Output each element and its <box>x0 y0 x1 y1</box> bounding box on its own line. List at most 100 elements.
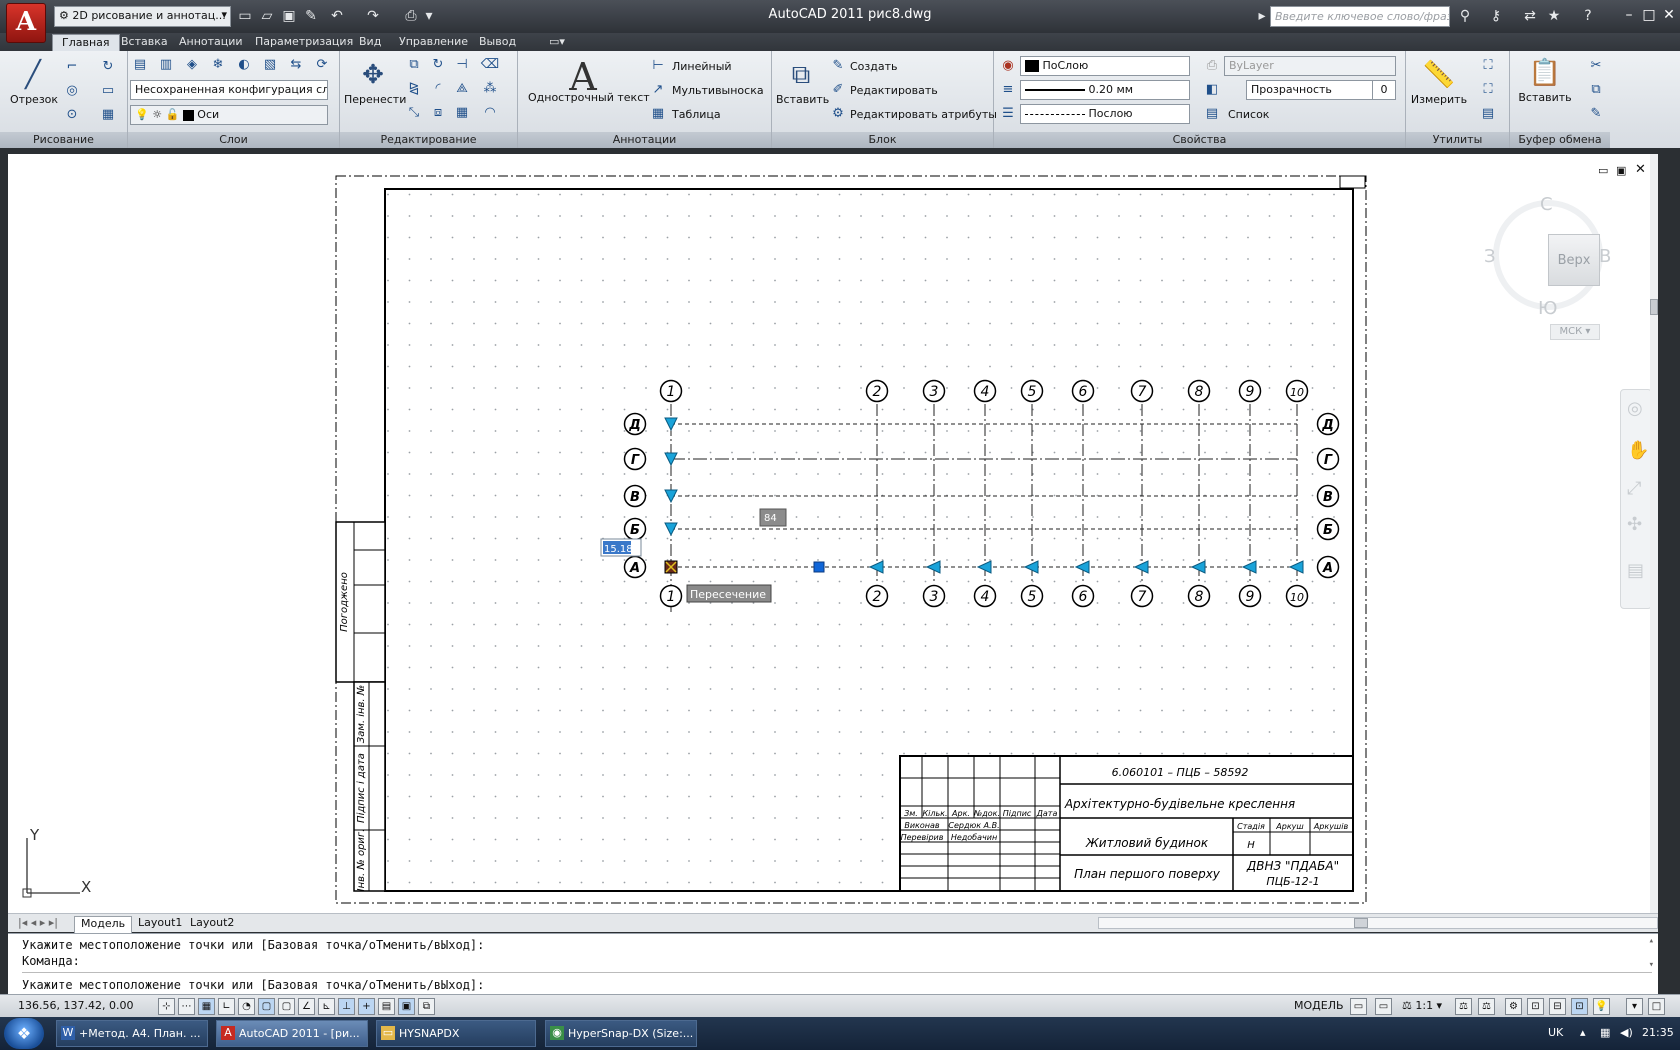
tab-layout1[interactable]: Layout1 <box>132 916 188 933</box>
multileader-icon[interactable]: ↗ <box>648 80 668 100</box>
paste-button[interactable]: 📋 Вставить <box>1514 55 1576 104</box>
ducs-icon[interactable]: ⊾ <box>318 998 335 1015</box>
tab-nav-arrows[interactable]: |◂ ◂ ▸ ▸| <box>12 916 64 933</box>
tray-volume-icon[interactable]: ◀) <box>1620 1026 1633 1039</box>
transparency-toggle-icon[interactable]: ▤ <box>378 998 395 1015</box>
mirror-icon[interactable]: ⧎ <box>404 79 424 99</box>
layer-lock-icon[interactable]: ▧ <box>260 55 280 75</box>
layer-select[interactable]: 💡 ☼ 🔓 Оси <box>130 105 328 125</box>
table-icon[interactable]: ▦ <box>648 104 668 124</box>
cmd-scroll-up-icon[interactable]: ▴ <box>1649 936 1654 946</box>
copy-icon[interactable]: ⧉ <box>404 55 424 75</box>
minimize-button[interactable]: – <box>1618 5 1640 25</box>
viewcube-top-face[interactable]: Верх <box>1548 234 1600 286</box>
line-button[interactable]: ╱ Отрезок <box>10 57 58 106</box>
edit-attributes-icon[interactable]: ⚙ <box>828 104 848 124</box>
viewport-minimize-button[interactable]: ▭ <box>1598 164 1608 177</box>
pan-hand-icon[interactable]: ✋ <box>1627 440 1649 461</box>
help-icon[interactable]: ? <box>1578 7 1598 25</box>
quick-view-layouts-icon[interactable]: ▭ <box>1350 998 1367 1015</box>
cursor-coordinates[interactable]: 136.56, 137.42, 0.00 <box>18 999 133 1012</box>
tab-manage[interactable]: Управление <box>390 34 477 51</box>
language-indicator[interactable]: UK <box>1548 1026 1563 1039</box>
clean-screen-icon[interactable]: □ <box>1648 998 1665 1015</box>
tab-output[interactable]: Вывод <box>470 34 525 51</box>
scale-icon[interactable]: ⧈ <box>428 103 448 123</box>
redo-icon[interactable]: ↷ <box>364 7 382 25</box>
taskbar-item-hysnapdx[interactable]: ▭ HYSNAPDX <box>376 1020 536 1047</box>
panel-annotation-title[interactable]: Аннотации <box>518 132 771 148</box>
array-icon[interactable]: ▦ <box>452 103 472 123</box>
panel-layers-title[interactable]: Слои <box>128 132 339 148</box>
drawing-canvas[interactable]: Погоджено Зам. інв. № Підпис і дата Інв. № … <box>8 154 1658 913</box>
viewport-close-button[interactable]: ✕ <box>1635 162 1646 177</box>
color-select[interactable]: ПоСлою <box>1020 56 1190 76</box>
close-button[interactable]: ✕ <box>1658 5 1680 25</box>
save-icon[interactable]: ▣ <box>280 7 298 25</box>
exchange-icon[interactable]: ⇄ <box>1520 7 1540 25</box>
star-icon[interactable]: ★ <box>1544 7 1564 25</box>
layer-freeze-icon[interactable]: ❄ <box>208 55 228 75</box>
create-block-button[interactable]: Создать <box>850 60 898 73</box>
viewcube-west[interactable]: З <box>1484 246 1496 267</box>
dim-input-value[interactable]: 15.18 <box>604 544 633 555</box>
status-menu-chevron-icon[interactable]: ▾ <box>1626 998 1643 1015</box>
workspace-select[interactable]: ⚙ 2D рисование и аннотац... ▾ <box>54 6 231 27</box>
linear-dim-button[interactable]: Линейный <box>672 60 732 73</box>
workspace-switch-icon[interactable]: ⚙ <box>1505 998 1522 1015</box>
lineweight-toggle-icon[interactable]: + <box>358 998 375 1015</box>
linetype-icon[interactable]: ☰ <box>998 104 1018 124</box>
hatch-icon[interactable]: ▦ <box>98 105 118 125</box>
vertical-scrollbar[interactable] <box>1650 154 1658 913</box>
layer-state-select[interactable]: Несохраненная конфигурация слоев <box>130 80 328 100</box>
lock-ui-icon[interactable]: ⊡ <box>1527 998 1544 1015</box>
lineweight-select[interactable]: 0.20 мм <box>1020 80 1190 100</box>
transparency-label-box[interactable]: Прозрачность <box>1246 80 1376 100</box>
insert-block-button[interactable]: ⧉ Вставить <box>776 57 829 106</box>
panel-draw-title[interactable]: Рисование <box>0 132 127 148</box>
plot-style-select[interactable]: ByLayer <box>1224 56 1396 76</box>
offset-icon[interactable]: ◠ <box>480 103 500 123</box>
table-button[interactable]: Таблица <box>672 108 721 121</box>
layer-off-icon[interactable]: ◐ <box>234 55 254 75</box>
create-block-icon[interactable]: ✎ <box>828 56 848 76</box>
single-line-text-button[interactable]: A Однострочный текст <box>528 55 650 104</box>
rectangle-icon[interactable]: ▭ <box>98 81 118 101</box>
orbit-icon[interactable]: ✣ <box>1627 514 1642 535</box>
tab-annotate[interactable]: Аннотации <box>170 34 252 51</box>
trim-icon[interactable]: ⊣ <box>452 55 472 75</box>
print-icon[interactable]: ⎙ <box>402 7 420 25</box>
taskbar-item-hypersnap[interactable]: ◉ HyperSnap-DX (Size:... <box>545 1020 697 1047</box>
maximize-button[interactable]: □ <box>1638 5 1660 25</box>
ucs-menu[interactable]: МСК ▾ <box>1550 324 1600 340</box>
tab-model[interactable]: Модель <box>74 916 133 933</box>
plot-style-icon[interactable]: ⎙ <box>1202 56 1222 76</box>
isolate-objects-icon[interactable]: ⊡ <box>1571 998 1588 1015</box>
quick-select-icon[interactable]: ⛶ <box>1478 56 1498 76</box>
annotation-visibility-icon[interactable]: ⚖ <box>1455 998 1472 1015</box>
horizontal-scrollbar[interactable] <box>1098 917 1658 929</box>
rotate-icon[interactable]: ↻ <box>428 55 448 75</box>
list-icon[interactable]: ▤ <box>1202 104 1222 124</box>
layer-walk-icon[interactable]: ⟳ <box>312 55 332 75</box>
taskbar-item-word[interactable]: W +Метод. А4. План. ... <box>56 1020 208 1047</box>
selection-cycling-icon[interactable]: ⧉ <box>418 998 435 1015</box>
edit-block-button[interactable]: Редактировать <box>850 84 938 97</box>
osnap-icon[interactable]: ▢ <box>258 998 275 1015</box>
infer-constraints-icon[interactable]: ⊹ <box>158 998 175 1015</box>
select-similar-icon[interactable]: ⛶ <box>1478 80 1498 100</box>
rotate-arc-icon[interactable]: ↻ <box>98 57 118 77</box>
start-button[interactable]: ❖ <box>4 1018 44 1049</box>
otrack-icon[interactable]: ∠ <box>298 998 315 1015</box>
play-arrow-icon[interactable]: ▸ <box>1252 7 1272 25</box>
save-as-icon[interactable]: ✎ <box>302 7 320 25</box>
3d-osnap-icon[interactable]: ▢ <box>278 998 295 1015</box>
calculator-icon[interactable]: ▤ <box>1478 104 1498 124</box>
viewcube-south[interactable]: Ю <box>1538 298 1557 319</box>
binoculars-icon[interactable]: ⚲ <box>1455 7 1475 25</box>
taskbar-item-autocad[interactable]: A AutoCAD 2011 - [ри... <box>216 1020 368 1047</box>
new-file-icon[interactable]: ▭ <box>236 7 254 25</box>
model-space-label[interactable]: МОДЕЛЬ <box>1294 999 1344 1012</box>
tab-insert[interactable]: Вставка <box>112 34 177 51</box>
tab-parametric[interactable]: Параметризация <box>246 34 362 51</box>
